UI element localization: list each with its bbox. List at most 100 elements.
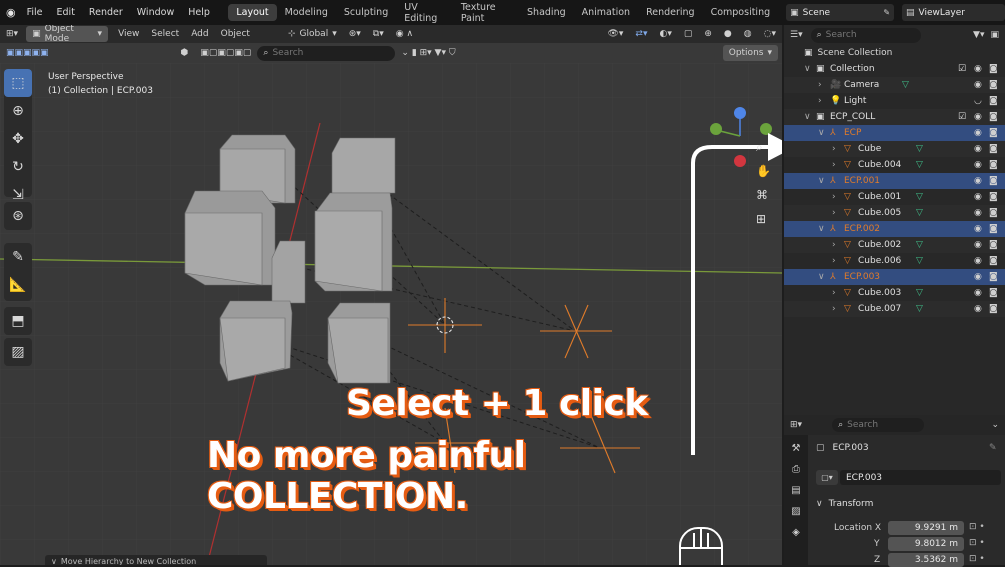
camera-data-icon[interactable]: ▽ — [902, 80, 909, 90]
outliner-row[interactable]: › 💡 Light ◡ ◙ — [784, 93, 1005, 109]
ortho-grid-icon[interactable]: ⊞ — [756, 212, 766, 226]
render-camera-icon[interactable]: ◙ — [989, 176, 998, 186]
eye-icon[interactable]: ◉ — [974, 272, 982, 282]
chevron-right-icon[interactable]: › — [832, 144, 836, 154]
outliner-row[interactable]: ∨ ⅄ ECP.002 ◉ ◙ — [784, 221, 1005, 237]
visibility-icon[interactable]: 👁▾ — [601, 26, 629, 42]
outliner-row[interactable]: › ▽ Cube.001 ▽ ◉ ◙ — [784, 189, 1005, 205]
viewport-search-input[interactable]: ⌕ Search — [257, 45, 396, 61]
mesh-data-icon[interactable]: ▽ — [916, 144, 923, 154]
blender-logo-icon[interactable]: ◉ — [0, 6, 20, 19]
outliner-row[interactable]: › 🎥 Camera ▽ ◉ ◙ — [784, 77, 1005, 93]
eye-icon[interactable]: ◉ — [974, 112, 982, 122]
eye-icon[interactable]: ◉ — [974, 256, 982, 266]
menu-add[interactable]: Add — [185, 26, 214, 42]
menu-window[interactable]: Window — [130, 7, 181, 18]
mesh-data-icon[interactable]: ▽ — [916, 192, 923, 202]
menu-help[interactable]: Help — [181, 7, 217, 18]
rotate-icon[interactable]: ↻ — [4, 153, 32, 181]
menu-view[interactable]: View — [112, 26, 145, 42]
outliner-row[interactable]: › ▽ Cube.004 ▽ ◉ ◙ — [784, 157, 1005, 173]
render-camera-icon[interactable]: ◙ — [989, 128, 998, 138]
eye-icon[interactable]: ◉ — [974, 160, 982, 170]
render-camera-icon[interactable]: ◙ — [989, 208, 998, 218]
add-cube-icon[interactable]: ⬒ — [4, 307, 32, 335]
chevron-right-icon[interactable]: › — [832, 208, 836, 218]
orientation-dropdown[interactable]: ⊹ Global ▾ — [282, 26, 343, 42]
editor-type-button[interactable]: ⊞▾ — [790, 420, 802, 430]
chevron-down-icon[interactable]: ∨ — [818, 272, 825, 282]
render-camera-icon[interactable]: ◙ — [989, 144, 998, 154]
mesh-data-icon[interactable]: ▽ — [916, 208, 923, 218]
outliner-row[interactable]: › ▽ Cube.003 ▽ ◉ ◙ — [784, 285, 1005, 301]
shading-solid-icon[interactable]: ● — [718, 26, 738, 42]
lock-x-icon[interactable]: ⊡ • — [969, 522, 985, 532]
object-name-field[interactable]: ▢▾ ECP.003 — [816, 470, 1001, 485]
object-field-value[interactable]: ECP.003 — [840, 470, 1001, 485]
scene-collection-row[interactable]: ▣ Scene Collection — [784, 45, 1005, 61]
shading-rendered-icon[interactable]: ◌▾ — [758, 26, 782, 42]
image-icon[interactable]: ▨ — [4, 338, 32, 366]
viewlayer-selector[interactable]: ▤ ViewLayer — [902, 4, 1005, 21]
tab-shading[interactable]: Shading — [519, 4, 574, 21]
filter-toolbar-icons[interactable]: ⌄ ▮ ⊞▾ ▼▾ ⛉ — [395, 45, 461, 61]
outliner-row[interactable]: ∨ ▣ Collection ☑ ◉ ◙ — [784, 61, 1005, 77]
render-camera-icon[interactable]: ◙ — [989, 240, 998, 250]
render-camera-icon[interactable]: ◙ — [989, 64, 998, 74]
scene-selector[interactable]: ▣ Scene ✎ — [786, 4, 895, 21]
3d-viewport[interactable]: ⊞▾ ▣ Object Mode ▾ View Select Add Objec… — [0, 25, 782, 565]
pivot-icon[interactable]: ⊛▾ — [343, 26, 367, 42]
chevron-right-icon[interactable]: › — [818, 96, 822, 106]
lock-y-icon[interactable]: ⊡ • — [969, 538, 985, 548]
outliner-row[interactable]: ∨ ⅄ ECP.003 ◉ ◙ — [784, 269, 1005, 285]
select-box-icon[interactable]: ⬚ — [4, 69, 32, 97]
xray-icon[interactable]: ▢ — [678, 26, 699, 42]
chevron-right-icon[interactable]: › — [832, 240, 836, 250]
chevron-right-icon[interactable]: › — [832, 160, 836, 170]
outliner-row[interactable]: › ▽ Cube.002 ▽ ◉ ◙ — [784, 237, 1005, 253]
overlay-icon[interactable]: ◐▾ — [653, 26, 677, 42]
viewlayer-tab-icon[interactable]: ▨ — [791, 506, 800, 517]
options-dropdown[interactable]: Options ▾ — [722, 45, 778, 61]
eye-icon[interactable]: ◡ — [974, 96, 982, 106]
render-camera-icon[interactable]: ◙ — [989, 304, 998, 314]
eye-icon[interactable]: ◉ — [974, 128, 982, 138]
render-camera-icon[interactable]: ◙ — [989, 112, 998, 122]
object-type-icon[interactable]: ▢▾ — [816, 470, 838, 485]
menu-select[interactable]: Select — [145, 26, 185, 42]
render-camera-icon[interactable]: ◙ — [989, 256, 998, 266]
transform-icon[interactable]: ⊛ — [4, 202, 32, 230]
editor-type-button[interactable]: ⊞▾ — [0, 26, 24, 42]
output-tab-icon[interactable]: ▤ — [791, 485, 800, 496]
eye-icon[interactable]: ◉ — [974, 176, 982, 186]
shading-wireframe-icon[interactable]: ⊕ — [698, 26, 718, 42]
outliner-row[interactable]: › ▽ Cube.005 ▽ ◉ ◙ — [784, 205, 1005, 221]
mesh-data-icon[interactable]: ▽ — [916, 288, 923, 298]
chevron-right-icon[interactable]: › — [832, 288, 836, 298]
eye-icon[interactable]: ◉ — [974, 80, 982, 90]
shading-material-icon[interactable]: ◍ — [738, 26, 758, 42]
eye-icon[interactable]: ◉ — [974, 208, 982, 218]
annotate-icon[interactable]: ✎ — [4, 243, 32, 271]
gizmo-icon[interactable]: ⇄▾ — [629, 26, 653, 42]
location-y-field[interactable]: 9.8012 m — [888, 537, 964, 551]
chevron-down-icon[interactable]: ∨ — [818, 128, 825, 138]
tab-texture-paint[interactable]: Texture Paint — [453, 0, 519, 27]
outliner-row[interactable]: › ▽ Cube.006 ▽ ◉ ◙ — [784, 253, 1005, 269]
checkbox-icon[interactable]: ☑ — [958, 112, 966, 122]
select-mode-icons[interactable]: ▣▣▣▣▣ — [0, 45, 55, 61]
chevron-down-icon[interactable]: ⌄ — [991, 420, 999, 430]
outliner-row[interactable]: ∨ ⅄ ECP.001 ◉ ◙ — [784, 173, 1005, 189]
pin-icon[interactable]: ✎ — [883, 8, 890, 17]
render-camera-icon[interactable]: ◙ — [989, 192, 998, 202]
eye-icon[interactable]: ◉ — [974, 192, 982, 202]
transform-panel-header[interactable]: ∨ Transform — [816, 499, 873, 509]
cursor-icon[interactable]: ⊕ — [4, 97, 32, 125]
eye-icon[interactable]: ◉ — [974, 224, 982, 234]
tab-layout[interactable]: Layout — [228, 4, 277, 21]
render-camera-icon[interactable]: ◙ — [989, 96, 998, 106]
checkbox-icon[interactable]: ☑ — [958, 64, 966, 74]
tab-sculpting[interactable]: Sculpting — [336, 4, 396, 21]
tab-modeling[interactable]: Modeling — [277, 4, 336, 21]
render-camera-icon[interactable]: ◙ — [989, 160, 998, 170]
